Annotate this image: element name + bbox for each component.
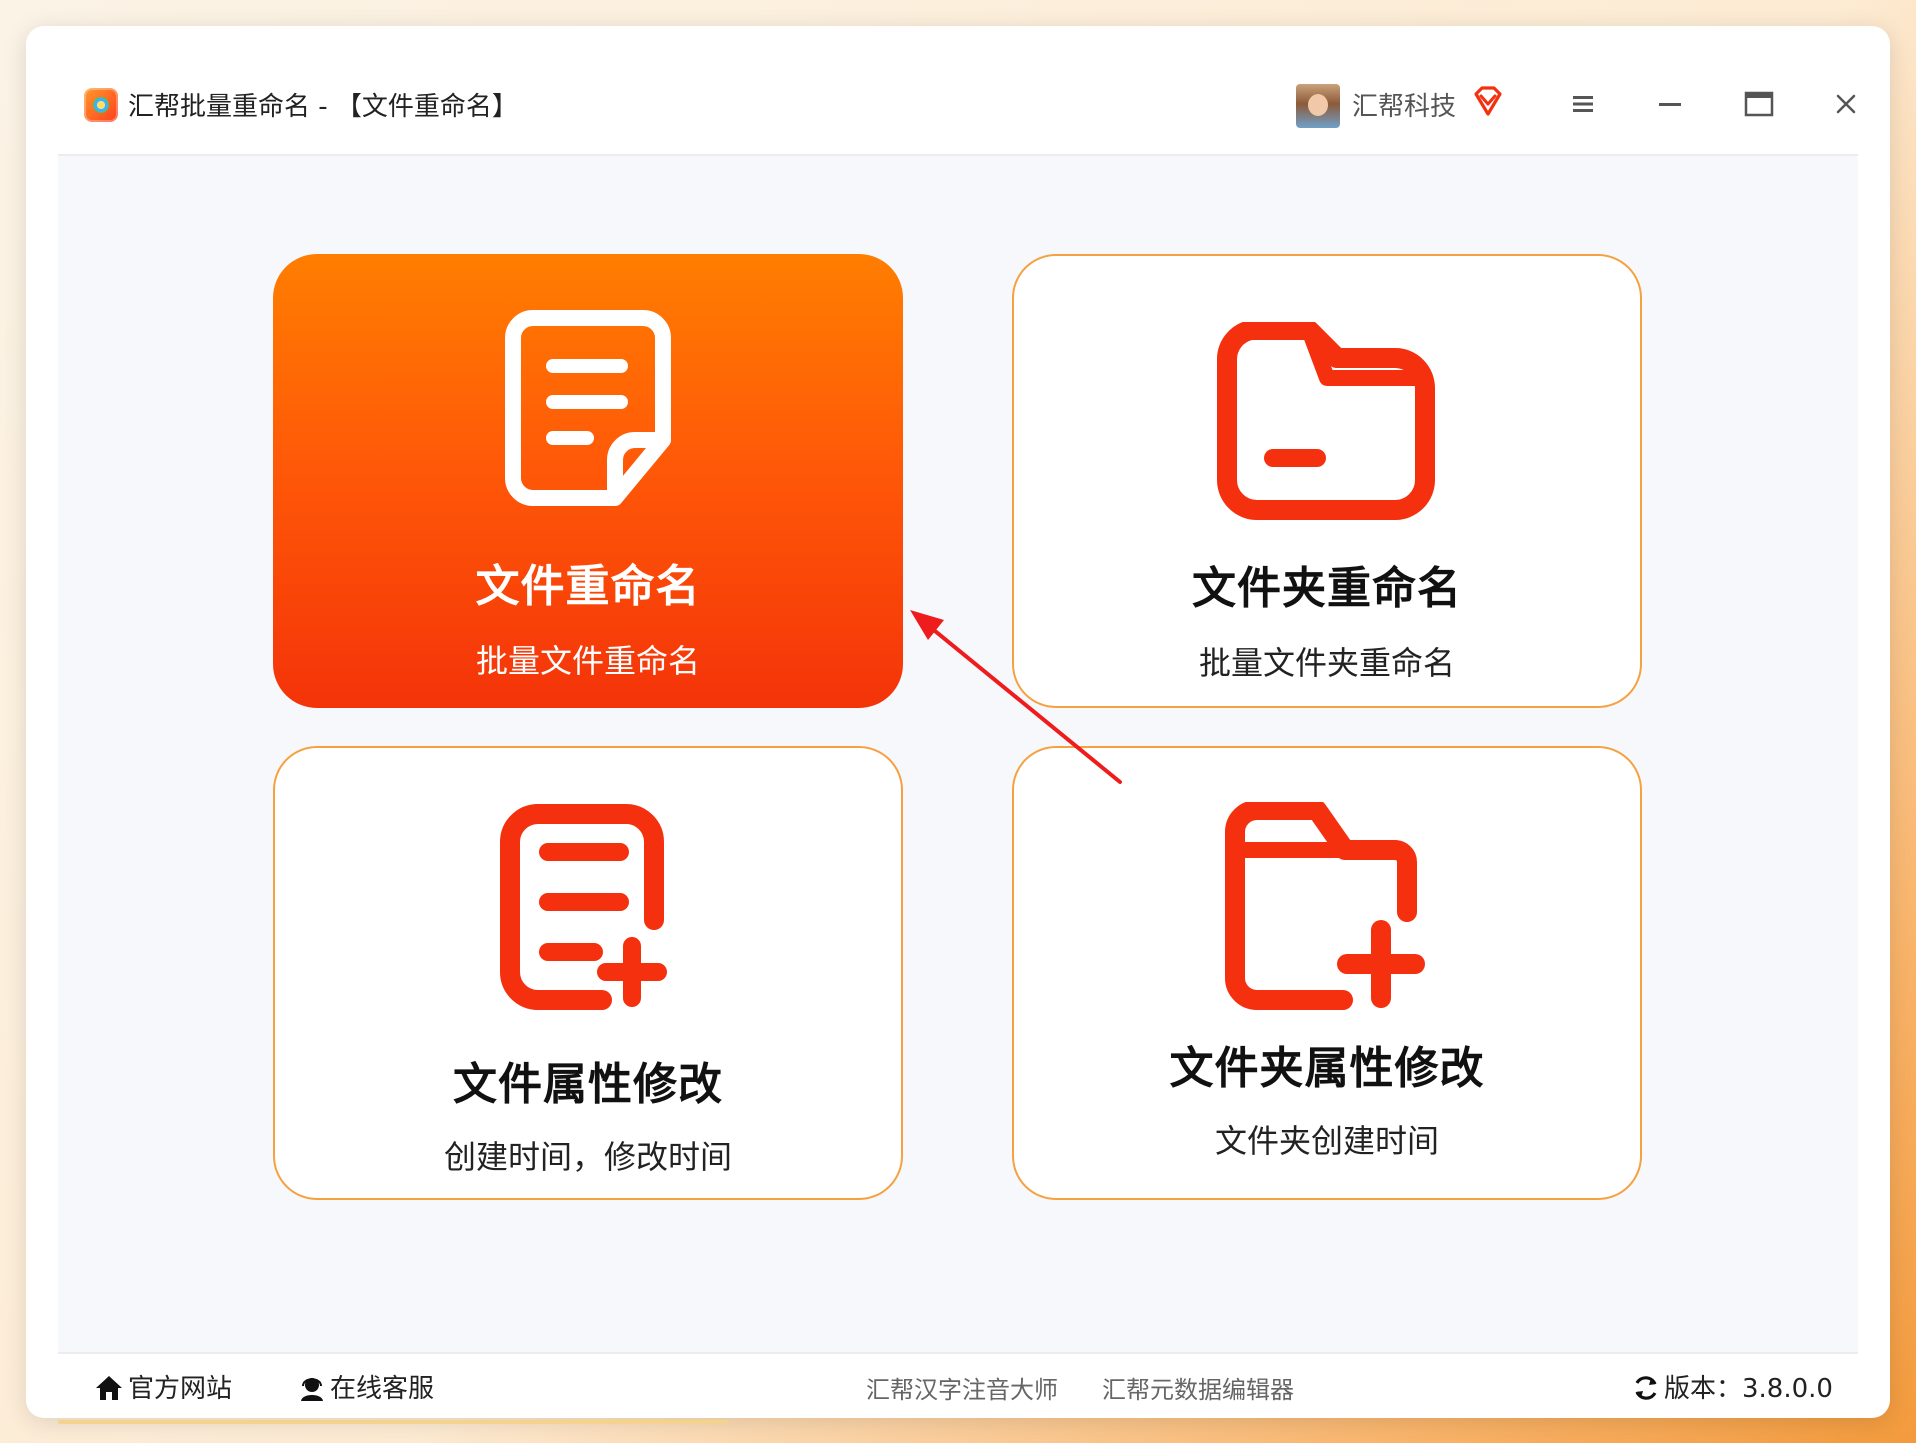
card-file-attributes[interactable]: 文件属性修改 创建时间，修改时间 xyxy=(273,746,903,1200)
website-link[interactable]: 官方网站 xyxy=(94,1368,232,1405)
refresh-icon xyxy=(1635,1376,1657,1400)
support-link[interactable]: 在线客服 xyxy=(298,1368,434,1405)
card-subtitle: 文件夹创建时间 xyxy=(1214,1122,1439,1160)
menu-icon[interactable] xyxy=(1563,84,1603,124)
window-title: 汇帮批量重命名 - 【文件重命名】 xyxy=(128,92,518,122)
card-folder-attributes[interactable]: 文件夹属性修改 文件夹创建时间 xyxy=(1012,746,1642,1200)
card-title: 文件夹重命名 xyxy=(1192,563,1462,614)
footer: 官方网站 在线客服 汇帮汉字注音大师 汇帮元数据编辑器 版本：3.8.0.0 xyxy=(58,1352,1858,1418)
card-subtitle: 批量文件重命名 xyxy=(475,642,700,680)
version-info[interactable]: 版本：3.8.0.0 xyxy=(1632,1368,1833,1405)
company-name[interactable]: 汇帮科技 xyxy=(1352,86,1456,123)
avatar[interactable] xyxy=(1296,84,1340,128)
folder-add-icon xyxy=(1014,802,1640,1012)
vip-diamond-icon[interactable] xyxy=(1470,84,1506,120)
card-subtitle: 创建时间，修改时间 xyxy=(443,1138,732,1176)
app-window: 汇帮批量重命名 - 【文件重命名】 汇帮科技 官方网站 在线客服 汇帮汉字注音大… xyxy=(26,26,1890,1418)
document-add-icon xyxy=(275,802,901,1012)
home-icon xyxy=(96,1376,122,1400)
version-label: 版本：3.8.0.0 xyxy=(1664,1374,1833,1404)
card-file-rename[interactable]: 文件重命名 批量文件重命名 xyxy=(273,254,903,708)
card-title: 文件夹属性修改 xyxy=(1169,1043,1485,1094)
app-logo xyxy=(84,88,118,122)
minimize-icon[interactable] xyxy=(1650,84,1690,124)
footer-link-metadata[interactable]: 汇帮元数据编辑器 xyxy=(1102,1370,1294,1405)
maximize-icon[interactable] xyxy=(1738,84,1778,124)
support-label: 在线客服 xyxy=(330,1374,435,1404)
footer-link-pinyin[interactable]: 汇帮汉字注音大师 xyxy=(866,1370,1058,1405)
card-title: 文件属性修改 xyxy=(453,1059,723,1110)
card-subtitle: 批量文件夹重命名 xyxy=(1198,644,1455,682)
close-icon[interactable] xyxy=(1826,84,1866,124)
website-label: 官方网站 xyxy=(128,1374,233,1404)
bottom-accent-line xyxy=(58,1420,728,1424)
card-title: 文件重命名 xyxy=(475,561,701,612)
card-folder-rename[interactable]: 文件夹重命名 批量文件夹重命名 xyxy=(1012,254,1642,708)
title-bar: 汇帮批量重命名 - 【文件重命名】 汇帮科技 xyxy=(58,58,1858,156)
customer-service-icon xyxy=(301,1378,323,1401)
document-icon xyxy=(273,310,903,510)
folder-icon xyxy=(1014,322,1640,522)
